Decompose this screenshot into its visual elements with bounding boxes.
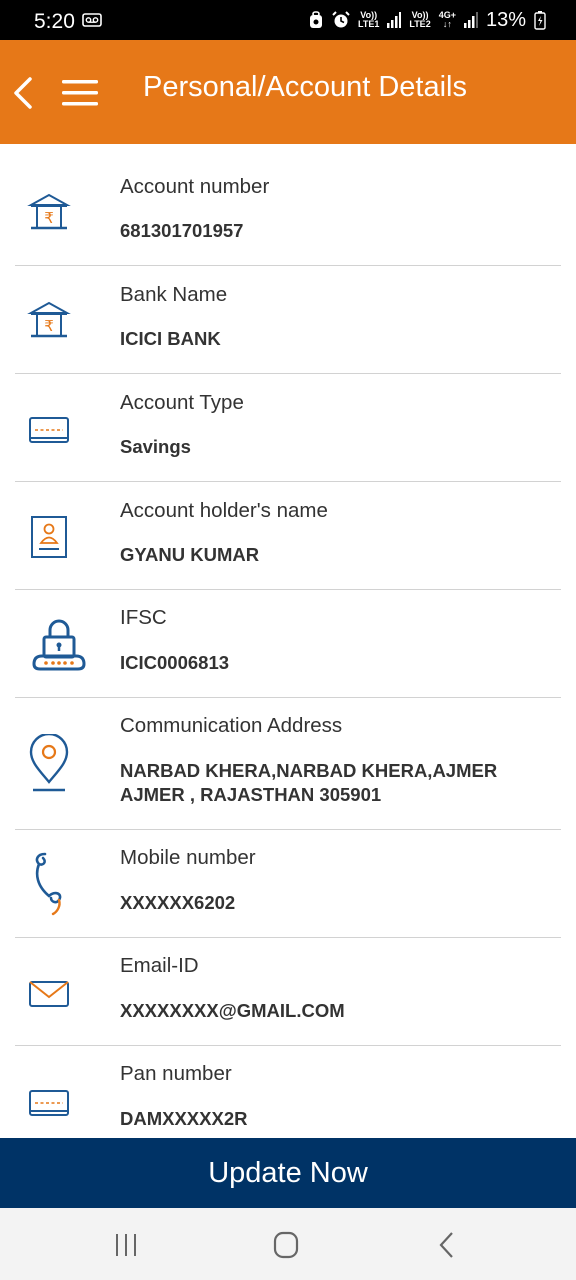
account-holder-value: GYANU KUMAR bbox=[120, 544, 260, 565]
ifsc-value: ICIC0006813 bbox=[120, 652, 230, 673]
bank-name-label: Bank Name bbox=[120, 283, 228, 306]
account-type-value: Savings bbox=[120, 436, 191, 457]
email-value: XXXXXXXX@GMAIL.COM bbox=[120, 1000, 345, 1021]
account-holder-label: Account holder's name bbox=[120, 499, 328, 522]
list-item-email: Email-ID XXXXXXXX@GMAIL.COM bbox=[15, 938, 561, 1046]
address-value: NARBAD KHERA,NARBAD KHERA,AJMER AJMER , … bbox=[120, 759, 540, 807]
status-bar: 5:20 Vo)) LTE1 Vo)) LTE2 4G+ ↓↑ 13% bbox=[0, 0, 576, 40]
list-item-ifsc: IFSC ICIC0006813 bbox=[15, 590, 561, 698]
battery-percent: 13% bbox=[485, 8, 526, 31]
list-item-account-holder: Account holder's name GYANU KUMAR bbox=[15, 482, 561, 590]
mail-icon bbox=[29, 981, 69, 1007]
update-now-button[interactable]: Update Now bbox=[0, 1138, 576, 1208]
mobile-value: XXXXXX6202 bbox=[120, 892, 236, 913]
sim1-lte: LTE1 bbox=[358, 19, 380, 29]
alarm-icon bbox=[332, 11, 350, 28]
page-title: Personal/Account Details bbox=[143, 71, 467, 103]
recent-apps-icon[interactable] bbox=[106, 1230, 146, 1260]
system-nav-bar bbox=[0, 1208, 576, 1280]
battery-charging-icon bbox=[534, 11, 546, 30]
svg-text:₹: ₹ bbox=[44, 317, 54, 335]
list-item-address: Communication Address NARBAD KHERA,NARBA… bbox=[15, 698, 561, 830]
back-arrow-icon[interactable] bbox=[10, 73, 40, 113]
sim2-lte: LTE2 bbox=[409, 19, 431, 29]
card-icon bbox=[29, 417, 69, 443]
bank-name-value: ICICI BANK bbox=[120, 328, 221, 349]
phone-icon bbox=[35, 852, 62, 916]
account-details-list: ₹ Account number 681301701957 ₹ Bank Nam… bbox=[0, 144, 576, 1146]
address-line-1: NARBAD KHERA,NARBAD KHERA,AJMER bbox=[120, 760, 498, 781]
data-arrows-icon: ↓↑ bbox=[442, 19, 452, 29]
list-item-account-number: ₹ Account number 681301701957 bbox=[15, 144, 561, 266]
clock: 5:20 bbox=[34, 10, 75, 33]
hamburger-menu-icon[interactable] bbox=[62, 78, 98, 108]
back-nav-icon[interactable] bbox=[428, 1230, 468, 1260]
bank-icon: ₹ bbox=[27, 301, 71, 338]
app-header: Personal/Account Details bbox=[0, 40, 576, 144]
signal-icon bbox=[387, 12, 402, 28]
voicemail-icon bbox=[82, 13, 102, 27]
home-icon[interactable] bbox=[266, 1230, 306, 1260]
notification-icon bbox=[310, 11, 323, 28]
list-item-account-type: Account Type Savings bbox=[15, 374, 561, 482]
account-number-label: Account number bbox=[120, 175, 270, 198]
account-number-value: 681301701957 bbox=[120, 220, 244, 241]
pan-value: DAMXXXXX2R bbox=[120, 1108, 248, 1129]
id-badge-icon bbox=[31, 516, 67, 558]
account-type-label: Account Type bbox=[120, 391, 244, 414]
signal-icon bbox=[463, 12, 478, 28]
ifsc-label: IFSC bbox=[120, 606, 167, 629]
list-item-pan: Pan number DAMXXXXX2R bbox=[15, 1046, 561, 1146]
svg-text:₹: ₹ bbox=[44, 209, 54, 227]
mobile-label: Mobile number bbox=[120, 846, 256, 869]
lock-icon bbox=[32, 619, 86, 671]
list-item-bank-name: ₹ Bank Name ICICI BANK bbox=[15, 266, 561, 374]
email-label: Email-ID bbox=[120, 954, 199, 977]
address-line-2: AJMER , RAJASTHAN 305901 bbox=[120, 784, 382, 805]
list-item-mobile: Mobile number XXXXXX6202 bbox=[15, 830, 561, 938]
location-pin-icon bbox=[29, 734, 69, 792]
address-label: Communication Address bbox=[120, 714, 343, 737]
pan-label: Pan number bbox=[120, 1062, 232, 1085]
card-icon bbox=[29, 1090, 69, 1116]
bank-icon: ₹ bbox=[27, 193, 71, 230]
